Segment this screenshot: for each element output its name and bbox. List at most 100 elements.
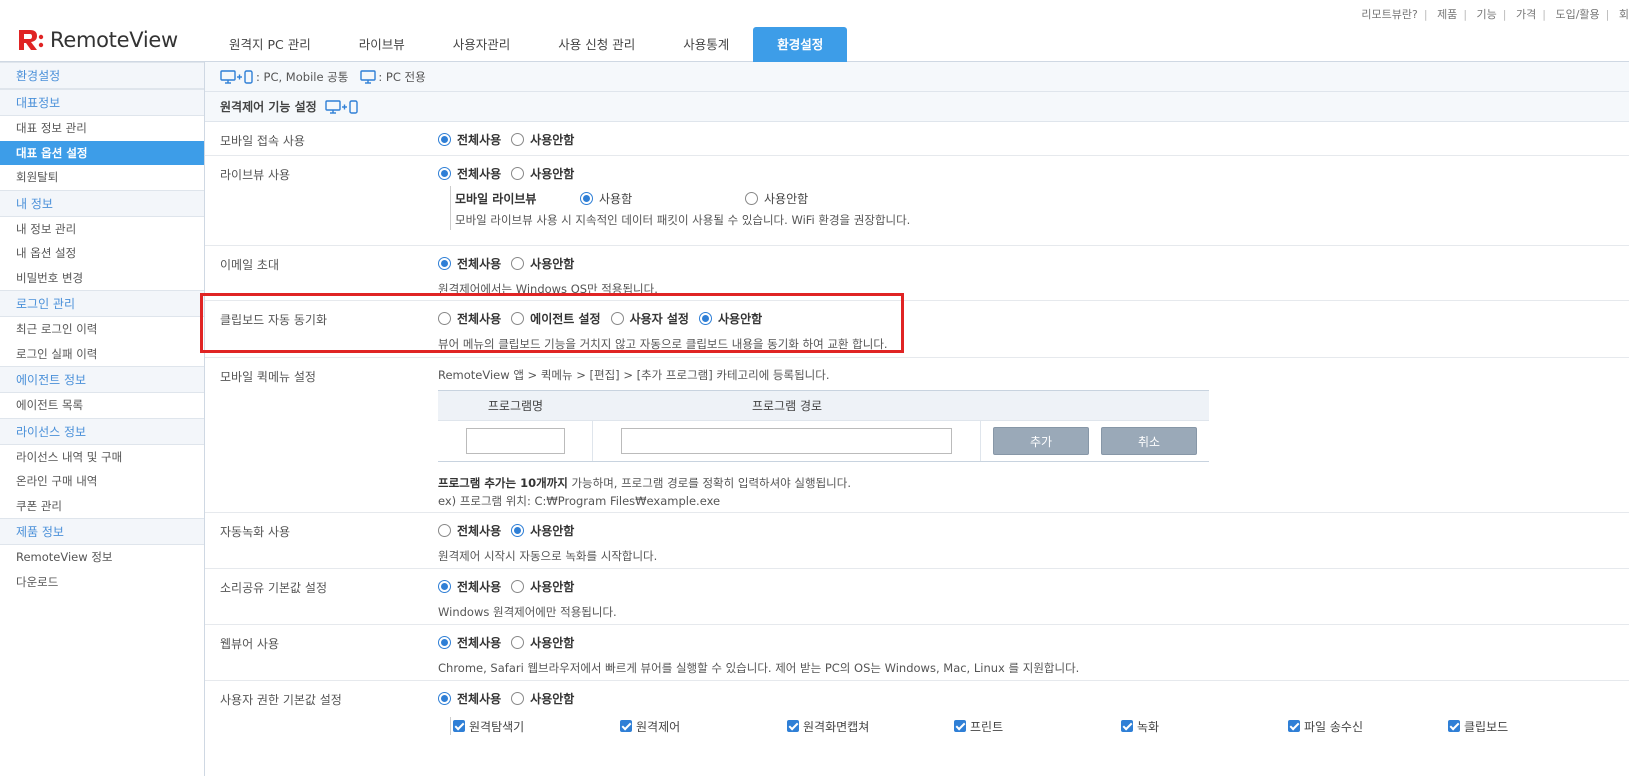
row-liveview: 라이브뷰 사용 전체사용 사용안함 모바일 라이브뷰 사용함 사용안함 모바일 …	[205, 156, 1629, 246]
radio-group: 전체사용 사용안함	[438, 577, 1629, 595]
sidebar-item-rep-options[interactable]: 대표 옵션 설정	[0, 140, 204, 165]
logo[interactable]: RemoteView	[16, 25, 178, 55]
legend-pc-mobile: : PC, Mobile 공통	[256, 69, 349, 84]
checkbox-file-transfer[interactable]: 파일 송수신	[1288, 718, 1448, 735]
radio-use[interactable]: 사용함	[580, 190, 735, 207]
row-desc: 원격제어 시작시 자동으로 녹화를 시작합니다.	[438, 549, 658, 563]
top-link[interactable]: 가격	[1516, 8, 1536, 21]
radio-group: 전체사용 에이전트 설정 사용자 설정 사용안함	[438, 309, 1629, 327]
pc-icon	[360, 69, 377, 84]
sidebar-section-login: 로그인 관리	[0, 290, 204, 317]
checkbox-record[interactable]: 녹화	[1121, 718, 1288, 735]
radio-all[interactable]: 전체사용	[438, 522, 501, 539]
sidebar-item-license[interactable]: 라이선스 내역 및 구매	[0, 445, 204, 470]
sidebar: 환경설정 대표정보 대표 정보 관리 대표 옵션 설정 회원탈퇴 내 정보 내 …	[0, 62, 205, 776]
row-label: 웹뷰어 사용	[220, 637, 280, 651]
sidebar-section-my: 내 정보	[0, 189, 204, 217]
row-web-viewer: 웹뷰어 사용 전체사용 사용안함 Chrome, Safari 웹브라우저에서 …	[205, 625, 1629, 681]
row-content: 전체사용 사용안함 Chrome, Safari 웹브라우저에서 빠르게 뷰어를…	[438, 633, 1629, 676]
legend: : PC, Mobile 공통 : PC 전용	[205, 62, 1629, 92]
quick-menu-table-header: 프로그램명 프로그램 경로	[438, 391, 1209, 421]
mobile-liveview-block: 모바일 라이브뷰 사용함 사용안함 모바일 라이브뷰 사용 시 지속적인 데이터…	[450, 186, 1629, 230]
nav-tab-settings[interactable]: 환경설정	[753, 27, 848, 62]
sidebar-section-agent: 에이전트 정보	[0, 366, 204, 393]
top-links: 리모트뷰란? | 제품 | 기능 | 가격 | 도입/활용 | 회	[1361, 8, 1629, 21]
program-name-input[interactable]	[465, 428, 565, 454]
radio-all[interactable]: 전체사용	[438, 255, 501, 272]
checkbox-screen-capture[interactable]: 원격화면캡쳐	[787, 718, 954, 735]
sidebar-item-login-fail[interactable]: 로그인 실패 이력	[0, 342, 204, 367]
checkbox-clipboard[interactable]: 클립보드	[1448, 718, 1508, 735]
checkbox-remote-explorer[interactable]: 원격탐색기	[453, 718, 620, 735]
col-program-path: 프로그램 경로	[751, 399, 823, 413]
section-title: 원격제어 기능 설정	[205, 92, 1629, 122]
radio-none[interactable]: 사용안함	[511, 165, 574, 182]
radio-none[interactable]: 사용안함	[511, 578, 574, 595]
radio-group: 전체사용 사용안함	[438, 633, 1629, 651]
pc-mobile-icon	[220, 69, 254, 84]
row-auto-record: 자동녹화 사용 전체사용 사용안함 원격제어 시작시 자동으로 녹화를 시작합니…	[205, 513, 1629, 569]
row-label: 모바일 퀵메뉴 설정	[220, 370, 316, 384]
radio-all[interactable]: 전체사용	[438, 578, 501, 595]
sidebar-item-agent-list[interactable]: 에이전트 목록	[0, 393, 204, 418]
sidebar-item-rep-info[interactable]: 대표 정보 관리	[0, 116, 204, 141]
quick-menu-path: RemoteView 앱 > 퀵메뉴 > [편집] > [추가 프로그램] 카테…	[438, 368, 830, 382]
radio-all[interactable]: 전체사용	[438, 131, 501, 148]
radio-none[interactable]: 사용안함	[698, 310, 762, 327]
row-label: 모바일 접속 사용	[220, 134, 305, 148]
sidebar-item-password[interactable]: 비밀번호 변경	[0, 266, 204, 291]
note-example: ex) 프로그램 위치: C:₩Program Files₩example.ex…	[438, 494, 721, 508]
radio-group: 전체사용 사용안함	[438, 254, 1629, 272]
radio-user[interactable]: 사용자 설정	[610, 310, 689, 327]
sidebar-item-my-options[interactable]: 내 옵션 설정	[0, 241, 204, 266]
nav-tab-requests[interactable]: 사용 신청 관리	[534, 27, 659, 62]
radio-none[interactable]: 사용안함	[745, 190, 808, 207]
radio-all[interactable]: 전체사용	[438, 165, 501, 182]
radio-all[interactable]: 전체사용	[438, 690, 501, 707]
sidebar-item-withdraw[interactable]: 회원탈퇴	[0, 165, 204, 190]
nav-tab-users[interactable]: 사용자관리	[429, 27, 535, 62]
permission-checkboxes: 원격탐색기 원격제어 원격화면캡쳐 프린트 녹화 파일 송수신 클립보드	[450, 717, 1629, 735]
radio-none[interactable]: 사용안함	[511, 131, 574, 148]
nav-tab-remote-pc[interactable]: 원격지 PC 관리	[205, 27, 335, 62]
logo-text: RemoteView	[50, 28, 178, 52]
mobile-liveview-label: 모바일 라이브뷰	[455, 191, 537, 206]
quick-menu-table: 프로그램명 프로그램 경로 추가 취소	[438, 390, 1209, 462]
radio-none[interactable]: 사용안함	[511, 690, 574, 707]
radio-none[interactable]: 사용안함	[511, 634, 574, 651]
sidebar-item-coupon[interactable]: 쿠폰 관리	[0, 494, 204, 519]
mobile-liveview-desc: 모바일 라이브뷰 사용 시 지속적인 데이터 패킷이 사용될 수 있습니다. W…	[455, 213, 911, 227]
sidebar-item-my-info[interactable]: 내 정보 관리	[0, 217, 204, 242]
quick-menu-table-row: 추가 취소	[438, 421, 1209, 461]
radio-all[interactable]: 전체사용	[438, 634, 501, 651]
row-content: 전체사용 에이전트 설정 사용자 설정 사용안함 뷰어 메뉴의 클립보드 기능을…	[438, 309, 1629, 352]
program-path-input[interactable]	[621, 428, 952, 454]
sidebar-item-remoteview-info[interactable]: RemoteView 정보	[0, 545, 204, 570]
radio-agent[interactable]: 에이전트 설정	[511, 310, 601, 327]
nav-tab-stats[interactable]: 사용통계	[659, 27, 753, 62]
row-sound-share: 소리공유 기본값 설정 전체사용 사용안함 Windows 원격제어에만 적용됩…	[205, 569, 1629, 625]
top-link[interactable]: 회	[1619, 8, 1629, 21]
top-link[interactable]: 리모트뷰란?	[1361, 8, 1417, 21]
nav-tab-liveview[interactable]: 라이브뷰	[335, 27, 429, 62]
row-label: 소리공유 기본값 설정	[220, 581, 327, 595]
checkbox-remote-control[interactable]: 원격제어	[620, 718, 787, 735]
top-link[interactable]: 기능	[1477, 8, 1497, 21]
top-link[interactable]: 제품	[1437, 8, 1457, 21]
add-button[interactable]: 추가	[993, 427, 1089, 455]
radio-none[interactable]: 사용안함	[511, 255, 574, 272]
row-email-invite: 이메일 초대 전체사용 사용안함 원격제어에서는 Windows OS만 적용됩…	[205, 246, 1629, 301]
cancel-button[interactable]: 취소	[1101, 427, 1197, 455]
sidebar-item-download[interactable]: 다운로드	[0, 570, 204, 595]
col-program-name: 프로그램명	[487, 399, 544, 413]
sidebar-section-license: 라이선스 정보	[0, 417, 204, 445]
radio-all[interactable]: 전체사용	[438, 310, 501, 327]
top-link[interactable]: 도입/활용	[1555, 8, 1599, 21]
sidebar-item-online-purchase[interactable]: 온라인 구매 내역	[0, 469, 204, 494]
checkbox-print[interactable]: 프린트	[954, 718, 1121, 735]
sidebar-item-login-history[interactable]: 최근 로그인 이력	[0, 317, 204, 342]
radio-none[interactable]: 사용안함	[511, 522, 574, 539]
row-content: 전체사용 사용안함 원격제어에서는 Windows OS만 적용됩니다.	[438, 254, 1629, 297]
sidebar-section-product: 제품 정보	[0, 518, 204, 545]
legend-pc-only: : PC 전용	[378, 69, 426, 84]
